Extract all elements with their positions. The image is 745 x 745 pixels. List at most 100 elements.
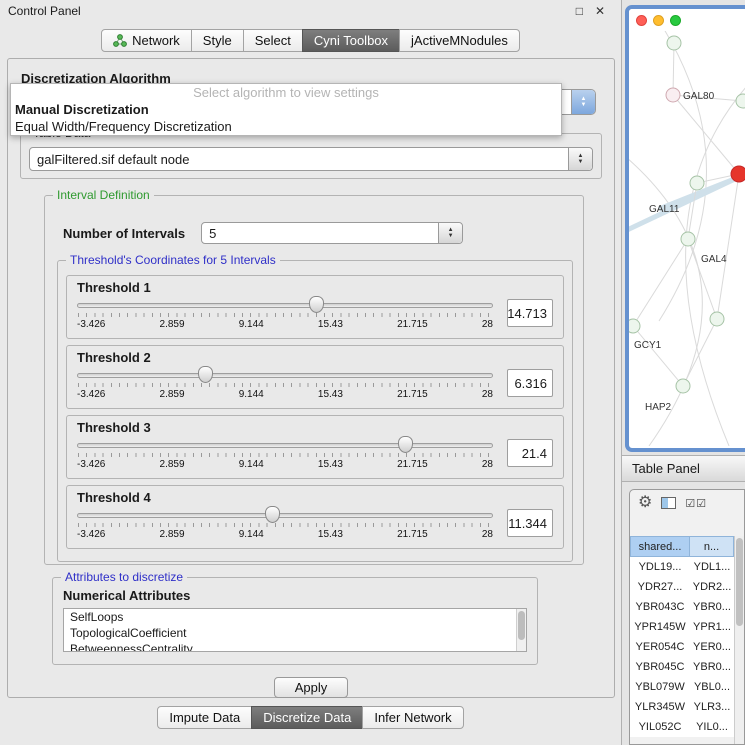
node-label-gcy1: GCY1 <box>634 340 662 351</box>
network-icon <box>113 34 127 47</box>
slider-thumb[interactable] <box>198 366 213 383</box>
table-row[interactable]: YBL079WYBL0... <box>630 677 734 697</box>
table-data-value: galFiltered.sif default node <box>30 152 189 167</box>
network-node[interactable] <box>710 312 724 326</box>
tab-discretize-data[interactable]: Discretize Data <box>251 706 363 729</box>
network-node-selected-red[interactable] <box>731 166 745 182</box>
tab-network[interactable]: Network <box>101 29 192 52</box>
slider-track[interactable] <box>77 513 493 518</box>
node-label-gal4: GAL4 <box>701 254 727 265</box>
tab-cyni-toolbox[interactable]: Cyni Toolbox <box>302 29 400 52</box>
attributes-group-title: Attributes to discretize <box>61 570 187 584</box>
threshold-1-slider[interactable]: -3.4262.8599.14415.4321.71528 <box>77 296 493 334</box>
minimize-traffic-light-icon[interactable] <box>653 15 664 26</box>
network-node-hap2[interactable] <box>676 379 690 393</box>
tab-label: Impute Data <box>169 710 240 725</box>
list-item[interactable]: SelfLoops <box>64 609 526 625</box>
menu-item-equal-width-frequency[interactable]: Equal Width/Frequency Discretization <box>11 118 561 135</box>
table-row[interactable]: YBR045CYBR0... <box>630 657 734 677</box>
table-row[interactable]: YBR043CYBR0... <box>630 597 734 617</box>
list-item[interactable]: TopologicalCoefficient <box>64 625 526 641</box>
threshold-4-value[interactable]: 11.344 <box>507 509 553 537</box>
tab-select[interactable]: Select <box>243 29 303 52</box>
threshold-4-panel: Threshold 4 -3.4262.8599.14415.4321.7152… <box>66 485 564 549</box>
apply-button[interactable]: Apply <box>274 677 349 698</box>
bottom-tabbar: Impute Data Discretize Data Infer Networ… <box>0 706 621 729</box>
slider-thumb[interactable] <box>309 296 324 313</box>
slider-track[interactable] <box>77 373 493 378</box>
threshold-4-slider[interactable]: -3.4262.8599.14415.4321.71528 <box>77 506 493 544</box>
threshold-1-value[interactable]: 14.713 <box>507 299 553 327</box>
table-row[interactable]: YDL19...YDL1... <box>630 557 734 577</box>
network-view-window: GAL80 GAL11 GAL4 GCY1 HAP2 <box>625 5 745 452</box>
tab-jactivemnodules[interactable]: jActiveMNodules <box>399 29 520 52</box>
close-traffic-light-icon[interactable] <box>636 15 647 26</box>
table-row[interactable]: YDR27...YDR2... <box>630 577 734 597</box>
slider-ticks <box>78 313 492 317</box>
table-scrollbar[interactable] <box>734 536 744 744</box>
slider-scale: -3.4262.8599.14415.4321.71528 <box>77 529 493 540</box>
window-traffic-lights <box>629 9 745 31</box>
tab-label: Select <box>255 33 291 48</box>
table-row[interactable]: YPR145WYPR1... <box>630 617 734 637</box>
slider-track[interactable] <box>77 303 493 308</box>
tab-label: jActiveMNodules <box>411 33 508 48</box>
network-node[interactable] <box>736 94 745 108</box>
close-panel-icon[interactable]: ✕ <box>595 4 605 18</box>
tab-label: Style <box>203 33 232 48</box>
network-node-gal4[interactable] <box>681 232 695 246</box>
table-panel-title: Table Panel <box>632 461 700 476</box>
cyni-toolbox-panel: Discretization Algorithm ▲▼ Table Data g… <box>7 58 615 698</box>
list-item[interactable]: BetweennessCentrality <box>64 641 526 652</box>
network-node[interactable] <box>690 176 704 190</box>
slider-thumb[interactable] <box>398 436 413 453</box>
combo-arrows-icon[interactable]: ▲▼ <box>438 223 462 243</box>
network-canvas[interactable]: GAL80 GAL11 GAL4 GCY1 HAP2 <box>629 31 745 446</box>
threshold-3-value[interactable]: 21.4 <box>507 439 553 467</box>
list-scrollbar[interactable] <box>516 609 526 651</box>
threshold-2-value[interactable]: 6.316 <box>507 369 553 397</box>
number-of-intervals-row: Number of Intervals 5 ▲▼ <box>45 196 583 244</box>
combo-arrows-icon[interactable]: ▲▼ <box>571 90 595 114</box>
threshold-3-panel: Threshold 3 -3.4262.8599.14415.4321.7152… <box>66 415 564 479</box>
table-row[interactable]: YER054CYER0... <box>630 637 734 657</box>
threshold-3-label: Threshold 3 <box>77 420 553 435</box>
threshold-2-panel: Threshold 2 -3.4262.8599.14415.4321.7152… <box>66 345 564 409</box>
float-window-icon[interactable]: □ <box>576 4 583 18</box>
column-header-name[interactable]: n... <box>690 536 734 557</box>
threshold-2-label: Threshold 2 <box>77 350 553 365</box>
column-header-shared[interactable]: shared... <box>630 536 690 557</box>
tab-infer-network[interactable]: Infer Network <box>362 706 463 729</box>
threshold-3-slider[interactable]: -3.4262.8599.14415.4321.71528 <box>77 436 493 474</box>
network-node[interactable] <box>667 36 681 50</box>
network-node-gcy1[interactable] <box>629 319 640 333</box>
algorithm-dropdown-popup: Select algorithm to view settings Manual… <box>10 83 562 136</box>
zoom-traffic-light-icon[interactable] <box>670 15 681 26</box>
threshold-2-slider[interactable]: -3.4262.8599.14415.4321.71528 <box>77 366 493 404</box>
scrollbar-thumb[interactable] <box>736 538 743 626</box>
slider-track[interactable] <box>77 443 493 448</box>
interval-definition-group: Interval Definition Number of Intervals … <box>44 195 584 565</box>
tab-impute-data[interactable]: Impute Data <box>157 706 252 729</box>
table-data-combobox[interactable]: galFiltered.sif default node ▲▼ <box>29 147 593 171</box>
columns-icon[interactable] <box>661 497 676 509</box>
threshold-1-panel: Threshold 1 -3.4262.8599.14415.4321.7152… <box>66 275 564 339</box>
network-node-gal80[interactable] <box>666 88 680 102</box>
tab-style[interactable]: Style <box>191 29 244 52</box>
table-row[interactable]: YIL052CYIL0... <box>630 717 734 737</box>
table-row[interactable]: YLR345WYLR3... <box>630 697 734 717</box>
numerical-attributes-list[interactable]: SelfLoops TopologicalCoefficient Between… <box>63 608 527 652</box>
table-panel-header: Table Panel <box>622 455 745 482</box>
gear-icon[interactable]: ⚙ <box>638 495 652 511</box>
panel-title: Control Panel <box>8 4 81 18</box>
menu-item-manual-discretization[interactable]: Manual Discretization <box>11 101 561 118</box>
select-columns-icon[interactable]: ☑☑ <box>685 497 707 510</box>
combo-arrows-icon[interactable]: ▲▼ <box>568 148 592 170</box>
interval-group-title: Interval Definition <box>53 188 154 202</box>
dropdown-placeholder: Select algorithm to view settings <box>11 84 561 101</box>
node-label-gal80: GAL80 <box>683 91 715 102</box>
tab-label: Discretize Data <box>263 710 351 725</box>
scrollbar-thumb[interactable] <box>518 611 525 640</box>
slider-thumb[interactable] <box>265 506 280 523</box>
num-intervals-combobox[interactable]: 5 ▲▼ <box>201 222 463 244</box>
